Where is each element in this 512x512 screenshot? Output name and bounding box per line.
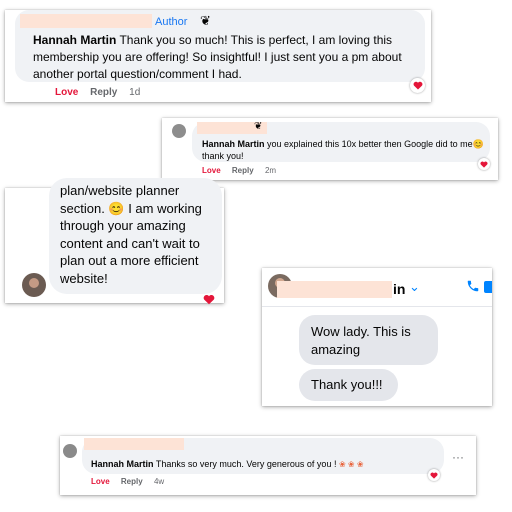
comment-text: plan/website planner section. 😊 I am wor… <box>60 182 202 287</box>
sparkle-icon: ❦ <box>200 13 211 28</box>
comment-line: plan out a more efficient <box>60 253 199 268</box>
comment-text: Hannah Martin Thanks so very much. Very … <box>91 458 364 471</box>
comment-time: 1d <box>129 87 141 98</box>
comment-actions: Love Reply 1d <box>55 87 149 98</box>
comment-line: content and can't wait to <box>60 235 200 251</box>
message-bubble: Thank you!!! <box>299 369 398 401</box>
commenter-name[interactable]: Hannah Martin <box>91 459 154 469</box>
more-options-icon[interactable]: ··· <box>452 450 464 464</box>
comment-card-1: Author ❦ Hannah Martin Thank you so much… <box>5 10 431 102</box>
love-button[interactable]: Love <box>91 477 110 486</box>
commenter-name[interactable]: Hannah Martin <box>202 139 265 149</box>
message-line: Thank you!!! <box>311 377 383 392</box>
comment-time: 4w <box>153 477 165 486</box>
comment-line: plan/website planner <box>60 183 180 198</box>
chevron-down-icon[interactable]: ⌄ <box>409 279 420 295</box>
heart-reaction-icon[interactable] <box>478 158 490 170</box>
sparkle-icon: ❦ <box>254 121 263 132</box>
comment-actions: Love Reply 4w <box>91 477 173 486</box>
author-badge: Author <box>155 16 188 28</box>
redacted-profile-link <box>84 438 184 450</box>
redacted-profile-link <box>20 14 152 28</box>
avatar <box>172 124 186 138</box>
reply-button[interactable]: Reply <box>121 477 143 486</box>
comment-text: Hannah Martin Thank you so much! This is… <box>33 32 419 83</box>
comment-time: 2m <box>264 166 277 175</box>
comment-line: section. 😊 I am working <box>60 200 202 216</box>
messenger-card: in ⌄ Wow lady. This is amazing Thank you… <box>262 268 492 406</box>
redacted-contact-name <box>277 281 392 298</box>
phone-icon[interactable] <box>466 279 480 298</box>
flower-emoji-icon: ❀ ❀ ❀ <box>338 460 364 469</box>
reply-button[interactable]: Reply <box>90 87 117 98</box>
heart-reaction-icon[interactable] <box>410 78 425 93</box>
comment-line: through your amazing <box>60 218 186 233</box>
contact-name[interactable]: in <box>393 281 405 297</box>
message-line: Wow lady. This is <box>311 324 411 339</box>
comment-card-5: Hannah Martin Thanks so very much. Very … <box>60 436 476 495</box>
comment-text: Hannah Martin you explained this 10x bet… <box>202 138 490 162</box>
messenger-header: in ⌄ <box>262 268 492 307</box>
comment-actions: Love Reply 2m <box>202 166 285 175</box>
comment-card-2: ❦ Hannah Martin you explained this 10x b… <box>162 118 498 180</box>
comment-line: website! <box>60 270 108 286</box>
comment-body: Thanks so very much. Very generous of yo… <box>155 459 337 469</box>
avatar <box>63 444 77 458</box>
message-line: amazing <box>311 342 361 357</box>
commenter-name[interactable]: Hannah Martin <box>33 33 116 47</box>
love-button[interactable]: Love <box>55 87 78 98</box>
love-button[interactable]: Love <box>202 166 221 175</box>
avatar <box>22 273 46 297</box>
heart-reaction-icon[interactable] <box>203 292 215 310</box>
video-icon[interactable] <box>484 281 492 293</box>
message-bubble: Wow lady. This is amazing <box>299 315 438 365</box>
heart-reaction-icon[interactable] <box>428 469 440 481</box>
comment-card-3: plan/website planner section. 😊 I am wor… <box>5 178 224 305</box>
reply-button[interactable]: Reply <box>232 166 254 175</box>
